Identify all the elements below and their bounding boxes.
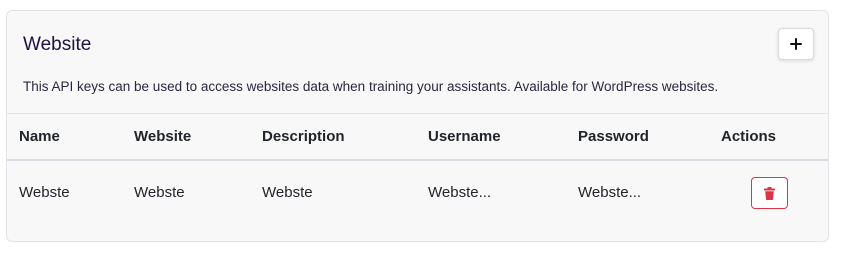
add-website-button[interactable]: [778, 28, 814, 60]
cell-website: Webste: [134, 184, 185, 201]
column-header-username: Username: [428, 128, 501, 145]
card-description: This API keys can be used to access webs…: [23, 79, 719, 94]
website-card: Website This API keys can be used to acc…: [6, 10, 829, 242]
cell-description: Webste: [262, 184, 313, 201]
column-header-description: Description: [262, 128, 345, 145]
trash-icon: [764, 186, 775, 200]
column-header-password: Password: [578, 128, 649, 145]
column-header-name: Name: [19, 128, 60, 145]
table-row: Webste Webste Webste Webste... Webste...: [7, 161, 828, 227]
column-header-website: Website: [134, 128, 192, 145]
card-header: Website This API keys can be used to acc…: [7, 11, 828, 113]
websites-table: Name Website Description Username Passwo…: [7, 113, 828, 227]
cell-name: Webste: [19, 184, 70, 201]
cell-username: Webste...: [428, 184, 492, 201]
delete-website-button[interactable]: [751, 177, 788, 209]
column-header-actions: Actions: [721, 128, 777, 145]
table-header: Name Website Description Username Passwo…: [7, 113, 828, 161]
card-title: Website: [23, 34, 92, 55]
plus-icon: [790, 38, 802, 50]
cell-password: Webste...: [578, 184, 642, 201]
